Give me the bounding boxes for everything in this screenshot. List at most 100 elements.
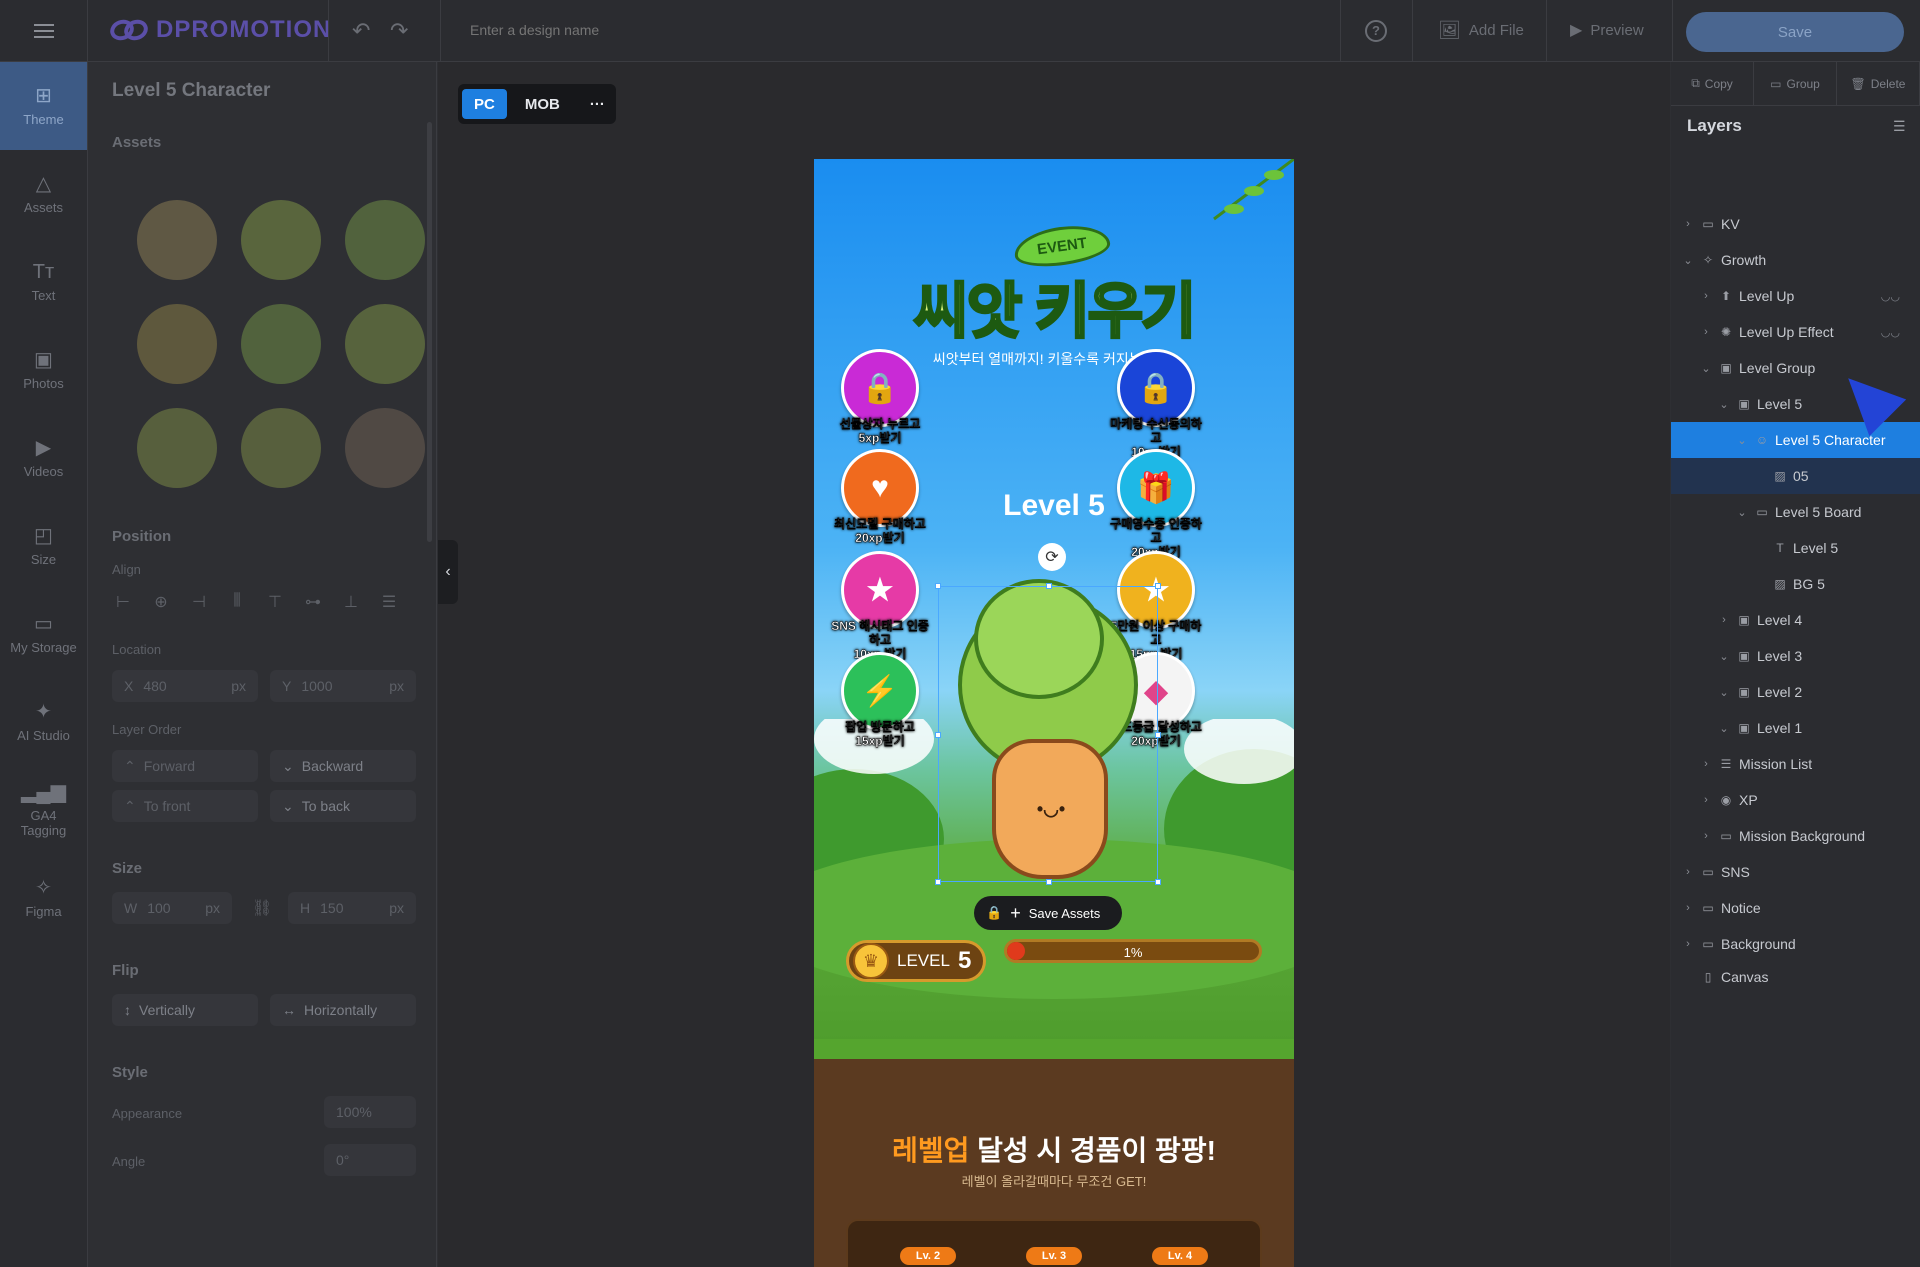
chevron-right-icon[interactable]: ›: [1681, 938, 1695, 950]
nav-item-text[interactable]: Tт Text: [0, 238, 87, 326]
align-top-icon[interactable]: ⊤: [264, 592, 286, 614]
chevron-right-icon[interactable]: ›: [1681, 866, 1695, 878]
copy-button[interactable]: ⧉ Copy: [1671, 62, 1754, 105]
layer-row[interactable]: ⌄ ✧ Growth: [1671, 242, 1920, 278]
chevron-down-icon[interactable]: ⌄: [1735, 434, 1749, 447]
align-bottom-icon[interactable]: ⊥: [340, 592, 362, 614]
height-field[interactable]: H 150 px: [288, 892, 416, 924]
more-options-icon[interactable]: ···: [578, 89, 617, 119]
distribute-v-icon[interactable]: ☰: [378, 592, 400, 614]
nav-item-ga4-tagging[interactable]: ▂▄▆ GA4 Tagging: [0, 766, 87, 854]
nav-item-assets[interactable]: △ Assets: [0, 150, 87, 238]
asset-flower-tree[interactable]: [345, 304, 425, 384]
chevron-down-icon[interactable]: ⌄: [1717, 722, 1731, 735]
chevron-right-icon[interactable]: ›: [1699, 830, 1713, 842]
x-field[interactable]: X 480 px: [112, 670, 258, 702]
delete-button[interactable]: 🗑 Delete: [1837, 62, 1920, 105]
nav-item-photos[interactable]: ▣ Photos: [0, 326, 87, 414]
save-button[interactable]: Save: [1686, 12, 1904, 52]
flip-vertical-button[interactable]: ↕ Vertically: [112, 994, 258, 1026]
asset-seed[interactable]: [137, 200, 217, 280]
layer-row[interactable]: ⌄ ▭ Level 5 Board: [1671, 494, 1920, 530]
to-back-button[interactable]: ⌄ To back: [270, 790, 416, 822]
layer-row[interactable]: ⌄ ☺ Level 5 Character: [1671, 422, 1920, 458]
chevron-down-icon[interactable]: ⌄: [1717, 686, 1731, 699]
resize-handle[interactable]: [1046, 583, 1052, 589]
layer-row[interactable]: ⌄ ▣ Level 1: [1671, 710, 1920, 746]
layer-row[interactable]: › ▭ Notice: [1671, 890, 1920, 926]
resize-handle[interactable]: [1155, 583, 1161, 589]
backward-button[interactable]: ⌄ Backward: [270, 750, 416, 782]
layer-row[interactable]: ▨ 05: [1671, 458, 1920, 494]
align-right-icon[interactable]: ⊣: [188, 592, 210, 614]
to-front-button[interactable]: ⌃ To front: [112, 790, 258, 822]
flip-horizontal-button[interactable]: ↔ Horizontally: [270, 994, 416, 1026]
layer-row[interactable]: ▨ BG 5: [1671, 566, 1920, 602]
design-name-input[interactable]: [470, 22, 1070, 38]
chevron-right-icon[interactable]: ›: [1681, 902, 1695, 914]
angle-field[interactable]: 0°: [324, 1144, 416, 1176]
layer-row[interactable]: T Level 5: [1671, 530, 1920, 566]
layer-row[interactable]: › ▭ KV: [1671, 206, 1920, 242]
add-file-button[interactable]: 🖼 Add File: [1438, 20, 1524, 41]
layer-row[interactable]: › ⬆ Level Up ◡◡: [1671, 278, 1920, 314]
hidden-eye-icon[interactable]: ◡◡: [1881, 290, 1900, 303]
layer-row[interactable]: › ▭ Mission Background: [1671, 818, 1920, 854]
width-field[interactable]: W 100 px: [112, 892, 232, 924]
layer-row[interactable]: › ☰ Mission List: [1671, 746, 1920, 782]
chevron-right-icon[interactable]: ›: [1699, 794, 1713, 806]
mission-item[interactable]: 🔒마케팅 수신동의하고10xp받기: [1106, 349, 1206, 459]
chevron-down-icon[interactable]: ⌄: [1681, 254, 1695, 267]
resize-handle[interactable]: [1155, 879, 1161, 885]
lock-icon[interactable]: 🔒: [986, 905, 1002, 921]
resize-handle[interactable]: [935, 879, 941, 885]
nav-item-theme[interactable]: ⊞ Theme: [0, 62, 87, 150]
mission-item[interactable]: ★SNS 해시태그 인증하고10xp 받기: [830, 551, 930, 661]
asset-tree[interactable]: [241, 304, 321, 384]
collapse-panel-button[interactable]: ‹: [438, 540, 458, 604]
asset-apple-tree[interactable]: [241, 408, 321, 488]
group-button[interactable]: ▭ Group: [1754, 62, 1837, 105]
chevron-down-icon[interactable]: ⌄: [1717, 398, 1731, 411]
chevron-right-icon[interactable]: ›: [1681, 218, 1695, 230]
layer-row[interactable]: ▯ Canvas: [1671, 959, 1920, 995]
asset-fruit-tree[interactable]: [137, 408, 217, 488]
chevron-down-icon[interactable]: ⌄: [1717, 650, 1731, 663]
align-center-h-icon[interactable]: ⊕: [150, 592, 172, 614]
redo-icon[interactable]: ↷: [390, 18, 408, 44]
nav-item-figma[interactable]: ✧ Figma: [0, 854, 87, 942]
layers-settings-icon[interactable]: ☰: [1893, 118, 1906, 135]
chevron-down-icon[interactable]: ⌄: [1699, 362, 1713, 375]
y-field[interactable]: Y 1000 px: [270, 670, 416, 702]
design-artboard[interactable]: EVENT 씨앗 키우기 씨앗부터 열매까지! 키울수록 커지는 혜택! 🔒 선물…: [814, 159, 1294, 1267]
layer-row[interactable]: ⌄ ▣ Level 3: [1671, 638, 1920, 674]
layer-row[interactable]: › ▭ Background: [1671, 926, 1920, 962]
nav-item-my-storage[interactable]: ▭ My Storage: [0, 590, 87, 678]
rotate-handle-icon[interactable]: ⟳: [1038, 543, 1066, 571]
pc-tab[interactable]: PC: [462, 89, 507, 119]
layer-row[interactable]: › ◉ XP: [1671, 782, 1920, 818]
mission-item[interactable]: ⚡ 팝업 방문하고 15xp받기: [830, 652, 930, 748]
chevron-right-icon[interactable]: ›: [1717, 614, 1731, 626]
appearance-field[interactable]: 100%: [324, 1096, 416, 1128]
layer-row[interactable]: › ▣ Level 4: [1671, 602, 1920, 638]
unlink-icon[interactable]: ⛓: [252, 898, 272, 918]
layer-row[interactable]: › ✺ Level Up Effect ◡◡: [1671, 314, 1920, 350]
chevron-down-icon[interactable]: ⌄: [1735, 506, 1749, 519]
resize-handle[interactable]: [1155, 732, 1161, 738]
nav-item-size[interactable]: ◰ Size: [0, 502, 87, 590]
chevron-right-icon[interactable]: ›: [1699, 326, 1713, 338]
distribute-h-icon[interactable]: ⫼: [226, 592, 248, 614]
layer-row[interactable]: ⌄ ▣ Level 2: [1671, 674, 1920, 710]
asset-small-tree[interactable]: [137, 304, 217, 384]
asset-sprout[interactable]: [241, 200, 321, 280]
preview-button[interactable]: ▶ Preview: [1570, 20, 1644, 40]
layer-row[interactable]: › ▭ SNS: [1671, 854, 1920, 890]
selection-box[interactable]: [935, 583, 1161, 885]
menu-button[interactable]: [0, 0, 88, 62]
help-icon[interactable]: ?: [1365, 20, 1387, 42]
resize-handle[interactable]: [935, 732, 941, 738]
hidden-eye-icon[interactable]: ◡◡: [1881, 326, 1900, 339]
asset-box[interactable]: [345, 408, 425, 488]
asset-bush[interactable]: [345, 200, 425, 280]
